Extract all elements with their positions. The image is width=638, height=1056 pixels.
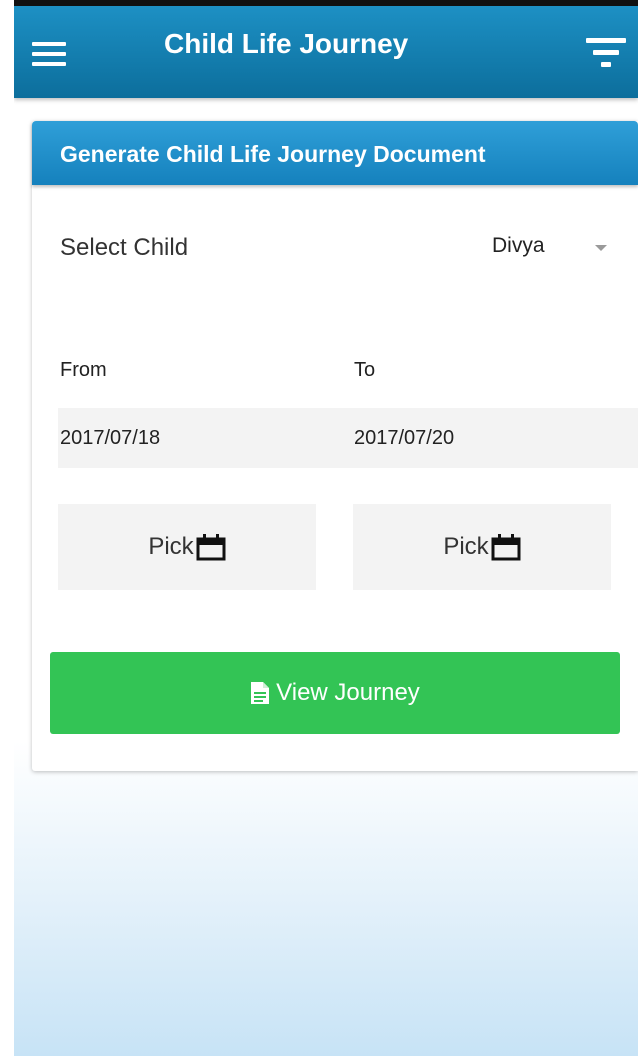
pick-from-label: Pick <box>148 533 194 560</box>
card-header: Generate Child Life Journey Document <box>32 121 638 185</box>
card-header-title: Generate Child Life Journey Document <box>60 141 486 167</box>
pick-to-label: Pick <box>443 533 489 560</box>
filter-icon[interactable] <box>586 38 626 72</box>
from-label: From <box>60 359 107 381</box>
select-child-value: Divya <box>492 234 545 257</box>
view-journey-button[interactable]: View Journey <box>50 652 620 734</box>
document-icon <box>251 682 270 704</box>
to-label: To <box>354 359 376 381</box>
select-child-dropdown[interactable]: Divya <box>472 225 622 269</box>
hamburger-menu-icon[interactable] <box>32 42 66 66</box>
select-child-label: Select Child <box>60 234 189 261</box>
journey-card: Generate Child Life Journey Document Sel… <box>32 121 638 771</box>
pick-to-date-button[interactable]: Pick <box>353 504 611 590</box>
calendar-icon <box>491 534 521 561</box>
chevron-down-icon <box>595 245 607 251</box>
date-values-row: 2017/07/18 2017/07/20 <box>58 408 638 468</box>
view-journey-label: View Journey <box>276 679 420 706</box>
pick-from-date-button[interactable]: Pick <box>58 504 316 590</box>
to-date-value: 2017/07/20 <box>354 427 455 449</box>
calendar-icon <box>196 534 226 561</box>
app-title: Child Life Journey <box>164 28 409 59</box>
app-screen: Child Life Journey Generate Child Life J… <box>14 0 638 1056</box>
app-bar: Child Life Journey <box>14 6 638 98</box>
from-date-value: 2017/07/18 <box>60 427 161 449</box>
